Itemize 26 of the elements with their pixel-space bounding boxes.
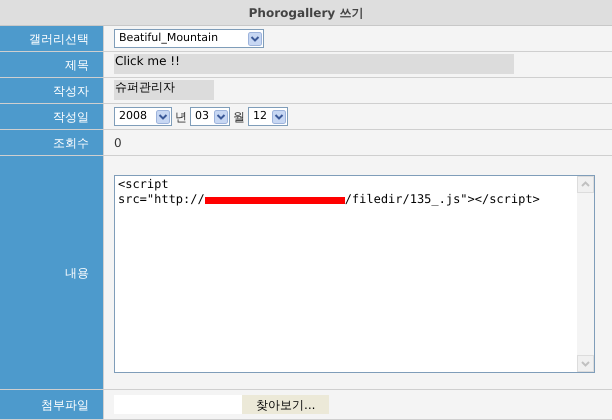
content-text: src="http://: [118, 192, 205, 207]
field-label: 내용: [65, 264, 89, 282]
browse-button[interactable]: 찾아보기...: [242, 395, 330, 414]
content-text: /filedir/135_.js"></script>: [344, 192, 540, 207]
page-title: Phorogallery 쓰기: [248, 4, 364, 22]
title-field[interactable]: Click me !!: [114, 54, 514, 74]
author-field: 슈퍼관리자: [114, 80, 214, 100]
scroll-down-icon[interactable]: [577, 355, 594, 372]
content-text: <script: [118, 177, 170, 192]
file-path-field[interactable]: [114, 395, 242, 414]
field-label: 제목: [65, 56, 89, 74]
content-textarea[interactable]: <script src="http:// /filedir/135_.js"></script>: [114, 175, 595, 373]
select-field[interactable]: Beatiful_Mountain: [114, 29, 264, 48]
field-label: 갤러리선택: [29, 30, 89, 48]
scrollbar[interactable]: [577, 176, 594, 372]
field-label: 작성일: [53, 108, 89, 126]
select-field[interactable]: 03: [190, 107, 230, 126]
date-unit: 월: [233, 108, 245, 126]
field-label: 첨부파일: [41, 396, 89, 414]
scroll-up-icon[interactable]: [577, 176, 594, 193]
field-label: 조회수: [53, 134, 89, 152]
view-count: 0: [114, 134, 122, 152]
select-field[interactable]: 12: [248, 107, 288, 126]
date-unit: 년: [175, 108, 187, 126]
select-field[interactable]: 2008: [114, 107, 172, 126]
field-label: 작성자: [53, 82, 89, 100]
